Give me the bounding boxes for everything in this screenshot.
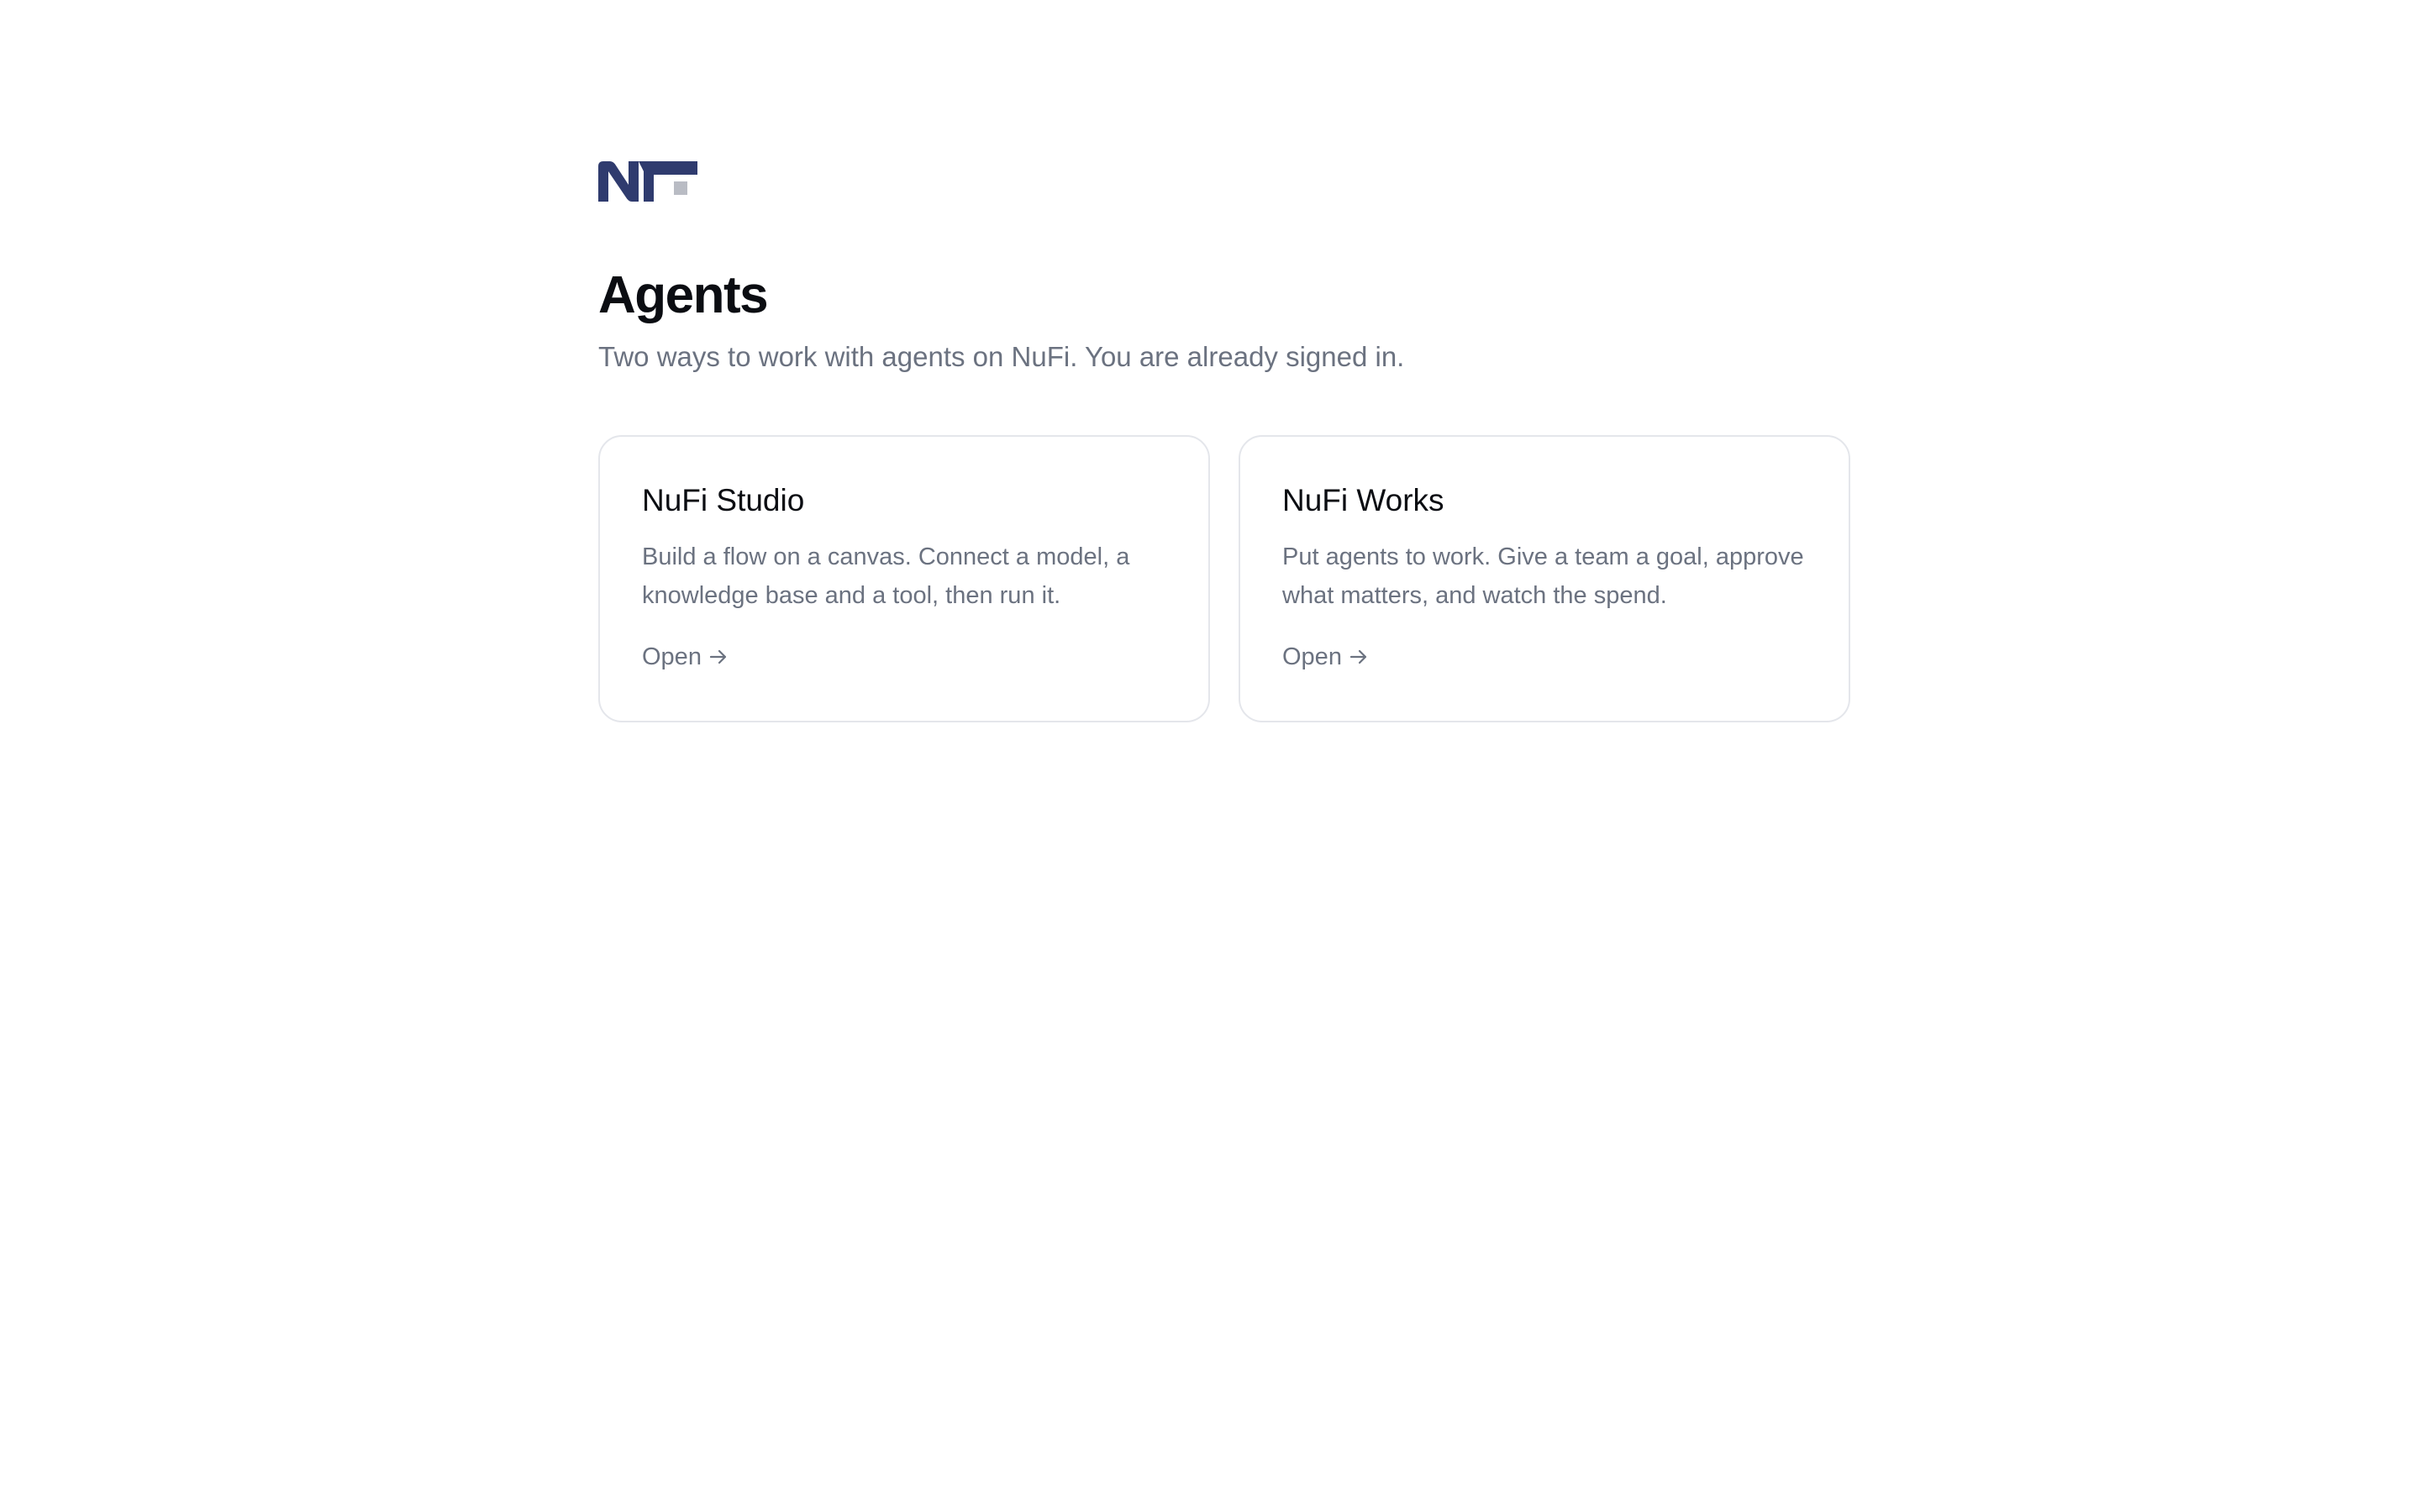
card-title: NuFi Works	[1282, 483, 1444, 517]
page-subtitle: Two ways to work with agents on NuFi. Yo…	[598, 341, 1405, 372]
card-nufi-works[interactable]: NuFi Works Put agents to work. Give a te…	[1239, 435, 1850, 722]
nufi-logo-icon	[598, 161, 697, 202]
card-title: NuFi Studio	[642, 483, 805, 517]
product-cards: NuFi Studio Build a flow on a canvas. Co…	[598, 435, 1850, 722]
card-nufi-studio[interactable]: NuFi Studio Build a flow on a canvas. Co…	[598, 435, 1210, 722]
page: Agents Two ways to work with agents on N…	[0, 0, 2420, 1512]
open-link-label: Open	[1282, 643, 1342, 670]
open-link-label: Open	[642, 643, 702, 670]
card-description: Build a flow on a canvas. Connect a mode…	[642, 543, 1130, 609]
arrow-right-icon	[1349, 649, 1367, 664]
card-description: Put agents to work. Give a team a goal, …	[1282, 543, 1804, 609]
open-works-link[interactable]: Open	[1282, 640, 1369, 674]
open-studio-link[interactable]: Open	[642, 640, 729, 674]
arrow-right-icon	[709, 649, 727, 664]
main-content: Agents Two ways to work with agents on N…	[598, 160, 1850, 722]
page-title: Agents	[598, 266, 769, 324]
